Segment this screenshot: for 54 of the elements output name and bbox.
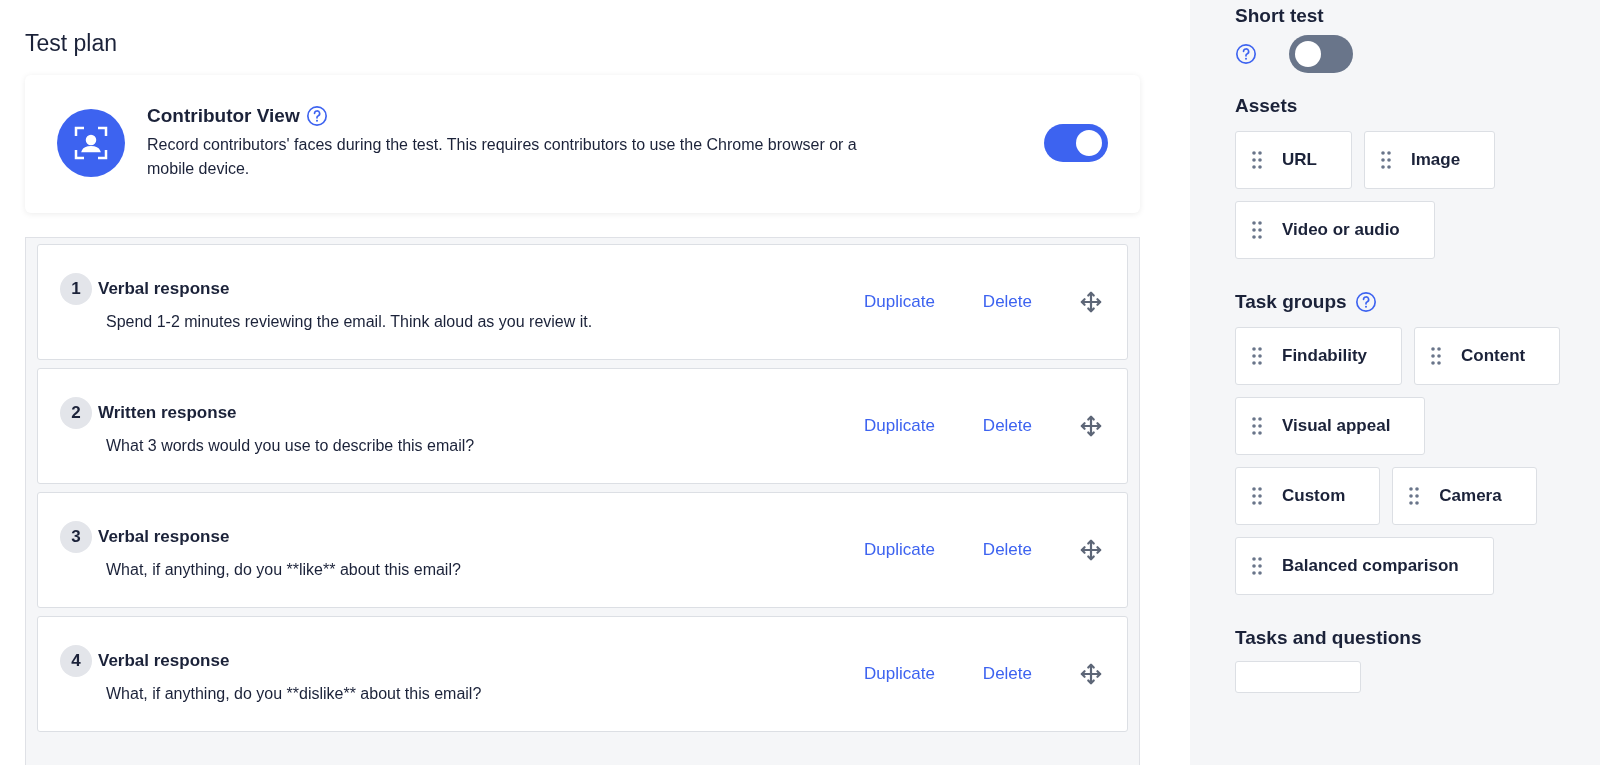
card-title: Contributor View — [147, 105, 300, 127]
step-title: Verbal response — [98, 651, 230, 671]
drag-handle-icon — [1252, 417, 1262, 435]
duplicate-link[interactable]: Duplicate — [864, 416, 935, 436]
step-description: What 3 words would you use to describe this email? — [105, 437, 476, 455]
draggable-chip[interactable]: Image — [1363, 131, 1496, 189]
duplicate-link[interactable]: Duplicate — [864, 540, 935, 560]
step-description: What, if anything, do you **like** about this email? — [105, 561, 462, 579]
drag-handle-icon — [1252, 221, 1262, 239]
help-icon[interactable] — [1235, 43, 1257, 65]
draggable-chip[interactable]: Camera — [1392, 467, 1537, 525]
delete-link[interactable]: Delete — [982, 416, 1032, 436]
step-title: Verbal response — [98, 527, 230, 547]
draggable-chip[interactable]: Custom — [1235, 467, 1381, 525]
toggle-switch[interactable] — [1289, 35, 1353, 73]
draggable-chip[interactable]: Findability — [1235, 327, 1402, 385]
drag-handle-icon — [1252, 151, 1262, 169]
card-description: Record contributors' faces during the test. This requires contributors to use the Chrome browser or a mobile device. — [147, 135, 858, 179]
delete-link[interactable]: Delete — [982, 292, 1032, 312]
move-icon[interactable] — [1080, 291, 1102, 313]
drag-handle-icon — [1431, 347, 1441, 365]
draggable-chip[interactable]: Balanced comparison — [1235, 537, 1494, 595]
drag-handle-icon — [1380, 151, 1391, 169]
section-title: Task groups — [1235, 291, 1347, 313]
move-icon[interactable] — [1080, 663, 1102, 685]
move-icon[interactable] — [1080, 415, 1102, 437]
delete-link[interactable]: Delete — [982, 540, 1032, 560]
drag-handle-icon — [1409, 487, 1420, 505]
section-title: Short test — [1235, 5, 1325, 27]
section-title: Assets — [1235, 95, 1298, 117]
section-title: Tasks and questions — [1235, 627, 1422, 649]
help-icon[interactable] — [305, 105, 328, 127]
draggable-chip[interactable]: URL — [1235, 131, 1352, 189]
toggle-switch[interactable] — [1044, 124, 1108, 162]
duplicate-link[interactable]: Duplicate — [864, 664, 935, 684]
duplicate-link[interactable]: Duplicate — [864, 292, 935, 312]
draggable-chip[interactable]: Visual appeal — [1235, 397, 1426, 455]
step-number: 1 — [60, 273, 92, 305]
drag-handle-icon — [1252, 347, 1262, 365]
draggable-chip[interactable]: Video or audio — [1235, 201, 1435, 259]
move-icon[interactable] — [1080, 539, 1102, 561]
step-description: What, if anything, do you **dislike** about this email? — [105, 685, 483, 703]
step-title: Verbal response — [98, 279, 230, 299]
help-icon[interactable] — [1354, 291, 1377, 313]
page-title: Test plan — [25, 30, 119, 57]
delete-link[interactable]: Delete — [982, 664, 1032, 684]
step-description: Spend 1-2 minutes reviewing the email. Think aloud as you review it. — [105, 313, 594, 331]
step-number: 2 — [60, 397, 92, 429]
step-number: 4 — [60, 645, 92, 677]
draggable-chip[interactable]: Content — [1414, 327, 1561, 385]
step-number: 3 — [60, 521, 92, 553]
drag-handle-icon — [1252, 487, 1262, 505]
drag-handle-icon — [1252, 557, 1262, 575]
step-title: Written response — [98, 403, 237, 423]
